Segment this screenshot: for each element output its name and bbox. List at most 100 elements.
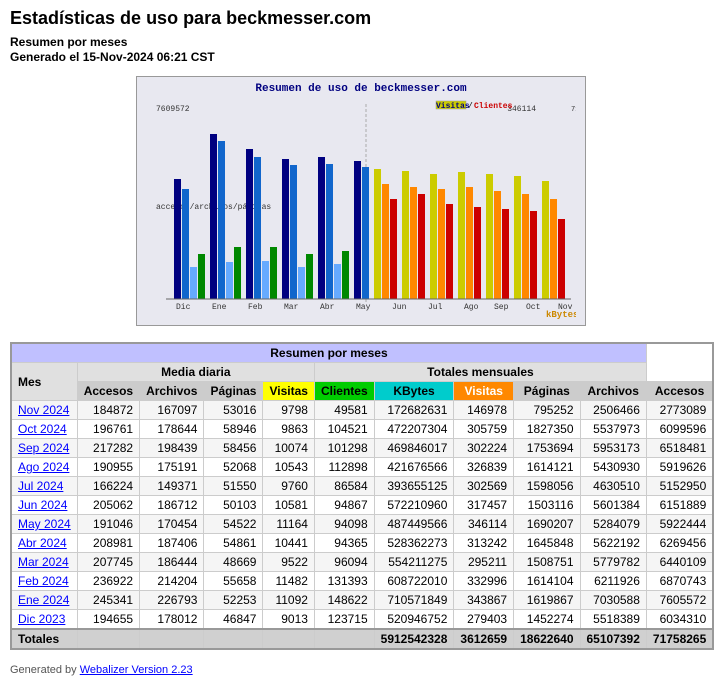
month-link[interactable]: Feb 2024	[18, 574, 69, 588]
month-link[interactable]: Sep 2024	[18, 441, 69, 455]
table-cell: 1619867	[514, 591, 580, 610]
totals-label: Totales	[11, 629, 77, 649]
table-cell: 194655	[77, 610, 139, 630]
table-cell: 52253	[204, 591, 263, 610]
table-cell: 1690207	[514, 515, 580, 534]
month-link[interactable]: Jun 2024	[18, 498, 67, 512]
col-accesos: Accesos	[77, 382, 139, 401]
svg-text:Abr: Abr	[320, 303, 335, 312]
table-cell: 48669	[204, 553, 263, 572]
table-cell: 186444	[140, 553, 204, 572]
table-row: Abr 202420898118740654861104419436552836…	[11, 534, 713, 553]
table-cell: 9798	[263, 401, 314, 420]
table-cell: 236922	[77, 572, 139, 591]
month-link[interactable]: May 2024	[18, 517, 71, 531]
usage-chart: 7609572 accesos/archivos/páginas	[146, 99, 576, 319]
month-link[interactable]: Oct 2024	[18, 422, 67, 436]
table-cell: 472207304	[374, 420, 454, 439]
table-cell: 6269456	[646, 534, 713, 553]
table-cell: 5537973	[580, 420, 646, 439]
svg-text:710571849: 710571849	[571, 106, 576, 114]
table-cell: 54861	[204, 534, 263, 553]
table-cell: 2773089	[646, 401, 713, 420]
table-cell: 1452274	[514, 610, 580, 630]
table-cell: 198439	[140, 439, 204, 458]
table-wrapper: Resumen por meses Mes Media diaria Total…	[10, 342, 712, 650]
table-cell: 104521	[314, 420, 374, 439]
chart-wrapper: Resumen de uso de beckmesser.com 7609572…	[10, 76, 712, 326]
table-cell: 196761	[77, 420, 139, 439]
table-cell: 11092	[263, 591, 314, 610]
table-cell: 123715	[314, 610, 374, 630]
table-cell: 302569	[454, 477, 514, 496]
table-cell: 421676566	[374, 458, 454, 477]
month-link[interactable]: Mar 2024	[18, 555, 69, 569]
table-cell: 9522	[263, 553, 314, 572]
table-cell: 6034310	[646, 610, 713, 630]
table-cell: 112898	[314, 458, 374, 477]
col-paginas: Páginas	[204, 382, 263, 401]
col-clientes: Clientes	[314, 382, 374, 401]
table-cell: 96094	[314, 553, 374, 572]
table-cell: 1614104	[514, 572, 580, 591]
table-cell: 1614121	[514, 458, 580, 477]
table-row: Sep 202421728219843958456100741012984698…	[11, 439, 713, 458]
svg-text:May: May	[356, 303, 371, 312]
table-cell: 343867	[454, 591, 514, 610]
month-link[interactable]: Nov 2024	[18, 403, 69, 417]
subtitle1: Resumen por meses	[10, 35, 712, 49]
table-cell: 5518389	[580, 610, 646, 630]
table-cell: 4630510	[580, 477, 646, 496]
table-cell: 58456	[204, 439, 263, 458]
table-cell: 710571849	[374, 591, 454, 610]
table-cell: 1827350	[514, 420, 580, 439]
table-cell: 86584	[314, 477, 374, 496]
col-group-daily: Media diaria	[77, 363, 314, 382]
table-row: May 202419104617045454522111649409848744…	[11, 515, 713, 534]
table-row: Jul 202416622414937151550976086584393655…	[11, 477, 713, 496]
table-cell: 6151889	[646, 496, 713, 515]
table-cell: 5953173	[580, 439, 646, 458]
table-cell: 572210960	[374, 496, 454, 515]
table-cell: 172682631	[374, 401, 454, 420]
totals-archivos: 65107392	[580, 629, 646, 649]
subtitle2: Generado el 15-Nov-2024 06:21 CST	[10, 50, 712, 64]
table-cell: 469846017	[374, 439, 454, 458]
table-cell: 326839	[454, 458, 514, 477]
table-main-header: Resumen por meses	[11, 343, 646, 363]
month-link[interactable]: Abr 2024	[18, 536, 67, 550]
footer: Generated by Webalizer Version 2.23	[10, 664, 712, 676]
table-cell: 9760	[263, 477, 314, 496]
table-cell: 49581	[314, 401, 374, 420]
svg-text:Visitas: Visitas	[436, 102, 470, 111]
table-cell: 131393	[314, 572, 374, 591]
table-cell: 5284079	[580, 515, 646, 534]
table-cell: 53016	[204, 401, 263, 420]
generated-info: Resumen por meses Generado el 15-Nov-202…	[10, 35, 712, 64]
table-cell: 245341	[77, 591, 139, 610]
month-link[interactable]: Jul 2024	[18, 479, 63, 493]
month-link[interactable]: Ene 2024	[18, 593, 69, 607]
footer-link[interactable]: Webalizer Version 2.23	[80, 664, 193, 676]
table-cell: 50103	[204, 496, 263, 515]
table-cell: 608722010	[374, 572, 454, 591]
table-row: Ene 202424534122679352253110921486227105…	[11, 591, 713, 610]
svg-text:Jul: Jul	[428, 303, 443, 312]
totals-kbytes: 5912542328	[374, 629, 454, 649]
table-cell: 305759	[454, 420, 514, 439]
month-link[interactable]: Dic 2023	[18, 612, 65, 626]
table-cell: 6211926	[580, 572, 646, 591]
table-cell: 5922444	[646, 515, 713, 534]
col-group-monthly: Totales mensuales	[314, 363, 646, 382]
table-cell: 302224	[454, 439, 514, 458]
month-link[interactable]: Ago 2024	[18, 460, 69, 474]
svg-text:Clientes: Clientes	[474, 102, 513, 111]
chart-title: Resumen de uso de beckmesser.com	[143, 83, 579, 95]
footer-text: Generated by	[10, 664, 80, 676]
table-cell: 208981	[77, 534, 139, 553]
table-cell: 170454	[140, 515, 204, 534]
col-mes-header: Mes	[11, 363, 77, 401]
svg-text:Oct: Oct	[526, 303, 540, 312]
svg-text:7609572: 7609572	[156, 105, 190, 114]
table-row: Mar 202420774518644448669952296094554211…	[11, 553, 713, 572]
